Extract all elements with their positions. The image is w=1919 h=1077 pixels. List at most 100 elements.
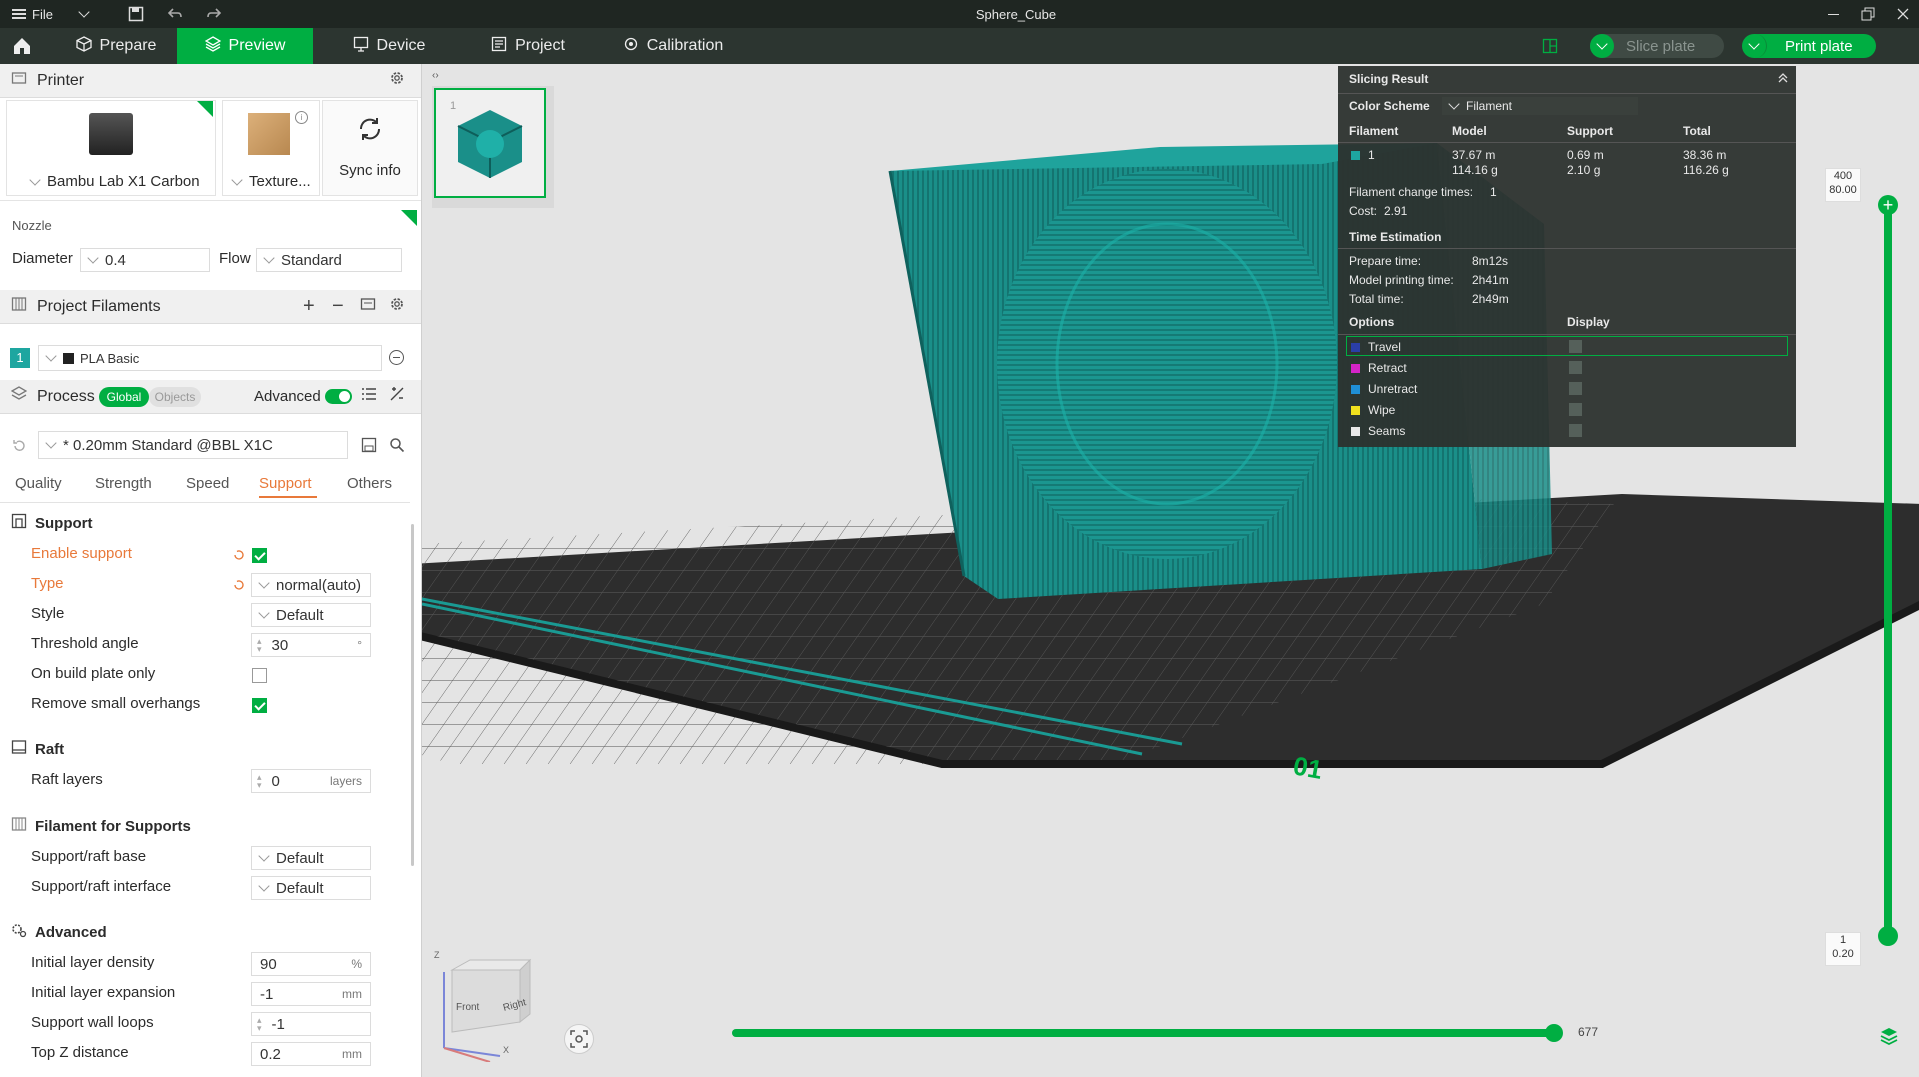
threshold-angle-label: Threshold angle xyxy=(31,635,139,652)
enable-support-checkbox[interactable] xyxy=(252,548,267,563)
layer-slider-top-thumb[interactable]: + xyxy=(1878,195,1898,215)
compare-icon[interactable] xyxy=(389,386,405,407)
wipe-display-toggle[interactable] xyxy=(1569,403,1582,416)
subtab-quality[interactable]: Quality xyxy=(15,475,62,492)
plate-type-card[interactable]: i Texture... xyxy=(222,100,320,196)
divider xyxy=(0,502,410,503)
subtab-speed[interactable]: Speed xyxy=(186,475,229,492)
filament-settings-gear-icon[interactable] xyxy=(389,296,405,317)
subtab-support[interactable]: Support xyxy=(259,475,312,492)
stepper-icon[interactable]: ▴ ▾ xyxy=(257,773,262,790)
support-style-select[interactable]: Default xyxy=(251,603,371,627)
support-base-select[interactable]: Default xyxy=(251,846,371,870)
stepper-icon[interactable]: ▴ ▾ xyxy=(257,637,262,654)
subtab-others[interactable]: Others xyxy=(347,475,392,492)
support-interface-select[interactable]: Default xyxy=(251,876,371,900)
advanced-switch[interactable] xyxy=(325,389,352,404)
support-type-select[interactable]: normal(auto) xyxy=(251,573,371,597)
layer-top-number: 400 xyxy=(1833,170,1853,182)
restore-icon[interactable] xyxy=(1861,0,1875,28)
slice-plate-label: Slice plate xyxy=(1626,37,1696,55)
filament-slot-badge[interactable]: 1 xyxy=(10,348,30,368)
move-slider-fill xyxy=(732,1029,1554,1037)
add-filament-icon[interactable]: + xyxy=(303,295,315,318)
unretract-display-toggle[interactable] xyxy=(1569,382,1582,395)
process-preset-select[interactable]: * 0.20mm Standard @BBL X1C xyxy=(38,431,348,459)
filament-select[interactable]: PLA Basic xyxy=(38,345,382,371)
reset-enable-support-icon[interactable] xyxy=(233,548,245,565)
unretract-color-swatch xyxy=(1351,385,1360,394)
top-z-input[interactable]: 0.2 mm xyxy=(251,1042,371,1066)
filament-supports-icon xyxy=(11,816,27,836)
layer-stack-icon[interactable] xyxy=(1879,1026,1899,1050)
printer-settings-gear-icon[interactable] xyxy=(389,70,405,91)
layout-toggle-icon[interactable] xyxy=(1538,28,1562,64)
wall-loops-input[interactable]: ▴ ▾ -1 xyxy=(251,1012,371,1036)
plate-type-select[interactable]: Texture... xyxy=(225,173,311,190)
collapse-panel-icon[interactable]: ‹› xyxy=(432,70,446,82)
tab-preview[interactable]: Preview xyxy=(177,28,313,64)
minimize-icon[interactable] xyxy=(1828,0,1839,28)
remove-filament-icon[interactable]: − xyxy=(332,295,344,318)
remove-overhangs-checkbox[interactable] xyxy=(252,698,267,713)
move-slider-track[interactable] xyxy=(732,1024,1563,1042)
retract-display-toggle[interactable] xyxy=(1569,361,1582,374)
cost-label: Cost: xyxy=(1349,204,1378,218)
support-group-label: Support xyxy=(35,514,93,532)
model-time-value: 2h41m xyxy=(1472,273,1509,287)
settings-scrollbar[interactable] xyxy=(411,524,414,866)
preset-reset-icon[interactable] xyxy=(12,439,26,457)
initial-expansion-input[interactable]: -1 mm xyxy=(251,982,371,1006)
fit-view-button[interactable] xyxy=(564,1024,594,1054)
diameter-select[interactable]: 0.4 xyxy=(80,248,210,272)
printer-header-label: Printer xyxy=(37,71,85,89)
color-scheme-select[interactable]: Filament xyxy=(1442,97,1638,115)
initial-expansion-label: Initial layer expansion xyxy=(31,984,176,1001)
slice-dropdown-icon[interactable] xyxy=(1590,34,1614,58)
filament-sync-icon[interactable] xyxy=(360,296,376,317)
collapse-result-icon[interactable] xyxy=(1777,72,1789,87)
flow-select[interactable]: Standard xyxy=(256,248,402,272)
tab-prepare[interactable]: Prepare xyxy=(56,28,176,64)
close-icon[interactable] xyxy=(1897,0,1909,28)
print-plate-button[interactable]: Print plate xyxy=(1742,34,1876,58)
reset-support-type-icon[interactable] xyxy=(233,578,245,595)
row-support-length: 0.69 m xyxy=(1567,148,1604,162)
initial-density-input[interactable]: 90% xyxy=(251,952,371,976)
print-dropdown-icon[interactable] xyxy=(1742,34,1767,58)
move-slider-thumb[interactable] xyxy=(1545,1024,1563,1042)
threshold-angle-input[interactable]: ▴ ▾ 30 ° xyxy=(251,633,371,657)
save-preset-icon[interactable] xyxy=(361,437,377,457)
slice-plate-button[interactable]: Slice plate xyxy=(1590,34,1724,58)
global-toggle[interactable]: Global xyxy=(99,386,149,407)
build-plate-only-checkbox[interactable] xyxy=(252,668,267,683)
filament-name: PLA Basic xyxy=(80,350,140,366)
home-icon[interactable] xyxy=(8,28,36,64)
subtab-strength[interactable]: Strength xyxy=(95,475,152,492)
search-icon[interactable] xyxy=(389,437,405,457)
layer-slider-bottom-thumb[interactable] xyxy=(1878,926,1898,946)
layer-slider-track[interactable] xyxy=(1884,202,1892,937)
raft-group-title: Raft xyxy=(11,739,64,759)
raft-layers-input[interactable]: ▴ ▾ 0 layers xyxy=(251,769,371,793)
stepper-icon[interactable]: ▴ ▾ xyxy=(257,1016,262,1033)
advanced-group-title: Advanced xyxy=(11,922,107,942)
tab-calibration[interactable]: Calibration xyxy=(598,28,748,64)
list-view-icon[interactable] xyxy=(361,386,377,407)
objects-toggle[interactable]: Objects xyxy=(149,386,201,407)
row-support-weight: 2.10 g xyxy=(1567,163,1601,177)
row-model-weight: 114.16 g xyxy=(1452,163,1498,177)
printer-select[interactable]: Bambu Lab X1 Carbon xyxy=(23,173,200,190)
plate-thumbnail[interactable]: 1 xyxy=(434,88,546,198)
process-section-header: Process Global Objects Advanced xyxy=(0,380,421,414)
seams-display-toggle[interactable] xyxy=(1569,424,1582,437)
info-icon[interactable]: i xyxy=(295,111,308,124)
tab-project[interactable]: Project xyxy=(468,28,588,64)
travel-display-toggle[interactable] xyxy=(1569,340,1582,353)
sync-info-button[interactable]: Sync info xyxy=(322,100,418,196)
printer-corner-mark xyxy=(197,101,213,117)
printer-card[interactable]: Bambu Lab X1 Carbon xyxy=(6,100,216,196)
tab-device[interactable]: Device xyxy=(334,28,444,64)
filament-remove-circle-icon[interactable] xyxy=(389,350,404,365)
filament-spool-icon xyxy=(11,296,27,317)
